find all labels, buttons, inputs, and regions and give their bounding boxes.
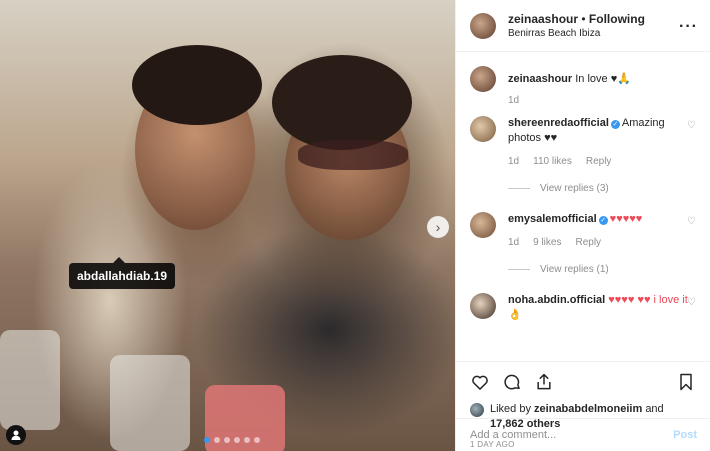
carousel-dot — [224, 437, 230, 443]
commenter-username[interactable]: shereenredaofficial — [508, 117, 609, 129]
likes-connector: and — [645, 403, 664, 415]
carousel-dot — [204, 437, 210, 443]
caption: zeinaashour In love ♥🙏 1d — [470, 66, 696, 108]
user-icon — [11, 430, 21, 440]
carousel-dot — [234, 437, 240, 443]
carousel-dot — [254, 437, 260, 443]
view-replies-label: View replies (3) — [540, 183, 609, 194]
comment-icon[interactable] — [502, 372, 522, 392]
author-info: zeinaashour • Following Benirras Beach I… — [508, 12, 645, 39]
verified-badge-icon: ✓ — [610, 120, 620, 129]
carousel-dot — [214, 437, 220, 443]
replies-divider — [508, 269, 530, 270]
caption-age: 1d — [508, 95, 520, 106]
commenter-avatar[interactable] — [470, 293, 496, 319]
header-separator: • — [581, 12, 586, 26]
replies-divider — [508, 188, 530, 189]
comment-age: 1d — [508, 156, 520, 167]
author-username[interactable]: zeinaashour — [508, 12, 578, 26]
like-comment-icon[interactable]: ♡ — [687, 297, 696, 308]
verified-badge-icon: ✓ — [598, 216, 608, 225]
likes-prefix: Liked by — [490, 403, 531, 415]
tagged-users-button[interactable] — [6, 425, 26, 445]
caption-text: In love ♥🙏 — [575, 73, 631, 85]
next-slide-button[interactable]: › — [427, 216, 449, 238]
view-replies-button[interactable]: View replies (3) — [508, 181, 690, 196]
author-avatar[interactable] — [470, 12, 496, 39]
comments-list: zeinaashour In love ♥🙏 1d shereenredaoff… — [456, 52, 710, 361]
comment-item: emysalemofficial ✓ ♥♥♥♥♥ 1d 9 likes Reply Vi… — [470, 212, 696, 277]
reply-button[interactable]: Reply — [575, 237, 601, 248]
post-photo[interactable]: abdallahdiab.19 › — [0, 0, 455, 451]
comment-age: 1d — [508, 237, 520, 248]
comment-text: ♥♥♥♥♥ — [609, 213, 643, 225]
carousel-dot — [244, 437, 250, 443]
photo-glass-2 — [110, 355, 190, 451]
comment-likes[interactable]: 9 likes — [533, 237, 561, 248]
liker-username[interactable]: zeinababdelmoneiim — [534, 403, 642, 415]
instagram-post: abdallahdiab.19 › zeinaashour • Followin… — [0, 0, 710, 451]
following-button[interactable]: Following — [589, 12, 645, 26]
photo-hair-right — [272, 55, 412, 150]
post-header: zeinaashour • Following Benirras Beach I… — [456, 0, 710, 52]
caption-username[interactable]: zeinaashour — [508, 73, 572, 85]
carousel-indicator — [204, 437, 260, 443]
like-comment-icon[interactable]: ♡ — [687, 216, 696, 227]
like-comment-icon[interactable]: ♡ — [687, 120, 696, 131]
comment-item: noha.abdin.official ♥♥♥♥ ♥♥ i love it 👌 … — [470, 293, 696, 323]
comment-item: shereenredaofficial ✓ Amazing photos ♥♥ 1d… — [470, 116, 696, 196]
photo-sunglasses — [298, 140, 408, 170]
comment-input[interactable]: Add a comment... — [470, 429, 556, 441]
view-replies-label: View replies (1) — [540, 264, 609, 275]
user-tag-label[interactable]: abdallahdiab.19 — [69, 257, 176, 289]
reply-button[interactable]: Reply — [586, 156, 612, 167]
chevron-right-icon: › — [435, 219, 441, 235]
commenter-avatar[interactable] — [470, 212, 496, 238]
commenter-username[interactable]: emysalemofficial — [508, 213, 597, 225]
add-comment-bar: Add a comment... Post — [456, 418, 710, 451]
post-sidebar: zeinaashour • Following Benirras Beach I… — [455, 0, 710, 451]
commenter-avatar[interactable] — [470, 116, 496, 142]
bookmark-icon[interactable] — [676, 372, 696, 392]
post-comment-button[interactable]: Post — [673, 429, 697, 441]
view-replies-button[interactable]: View replies (1) — [508, 262, 690, 277]
liker-avatar[interactable] — [470, 403, 484, 417]
share-icon[interactable] — [534, 372, 554, 392]
post-location[interactable]: Benirras Beach Ibiza — [508, 28, 645, 39]
caption-avatar[interactable] — [470, 66, 496, 92]
photo-hair-left — [132, 45, 262, 125]
commenter-username[interactable]: noha.abdin.official — [508, 294, 605, 306]
comment-likes[interactable]: 110 likes — [533, 156, 572, 167]
photo-glass-3 — [0, 330, 60, 430]
heart-icon[interactable] — [470, 372, 490, 392]
more-options-icon[interactable]: ··· — [679, 18, 698, 36]
